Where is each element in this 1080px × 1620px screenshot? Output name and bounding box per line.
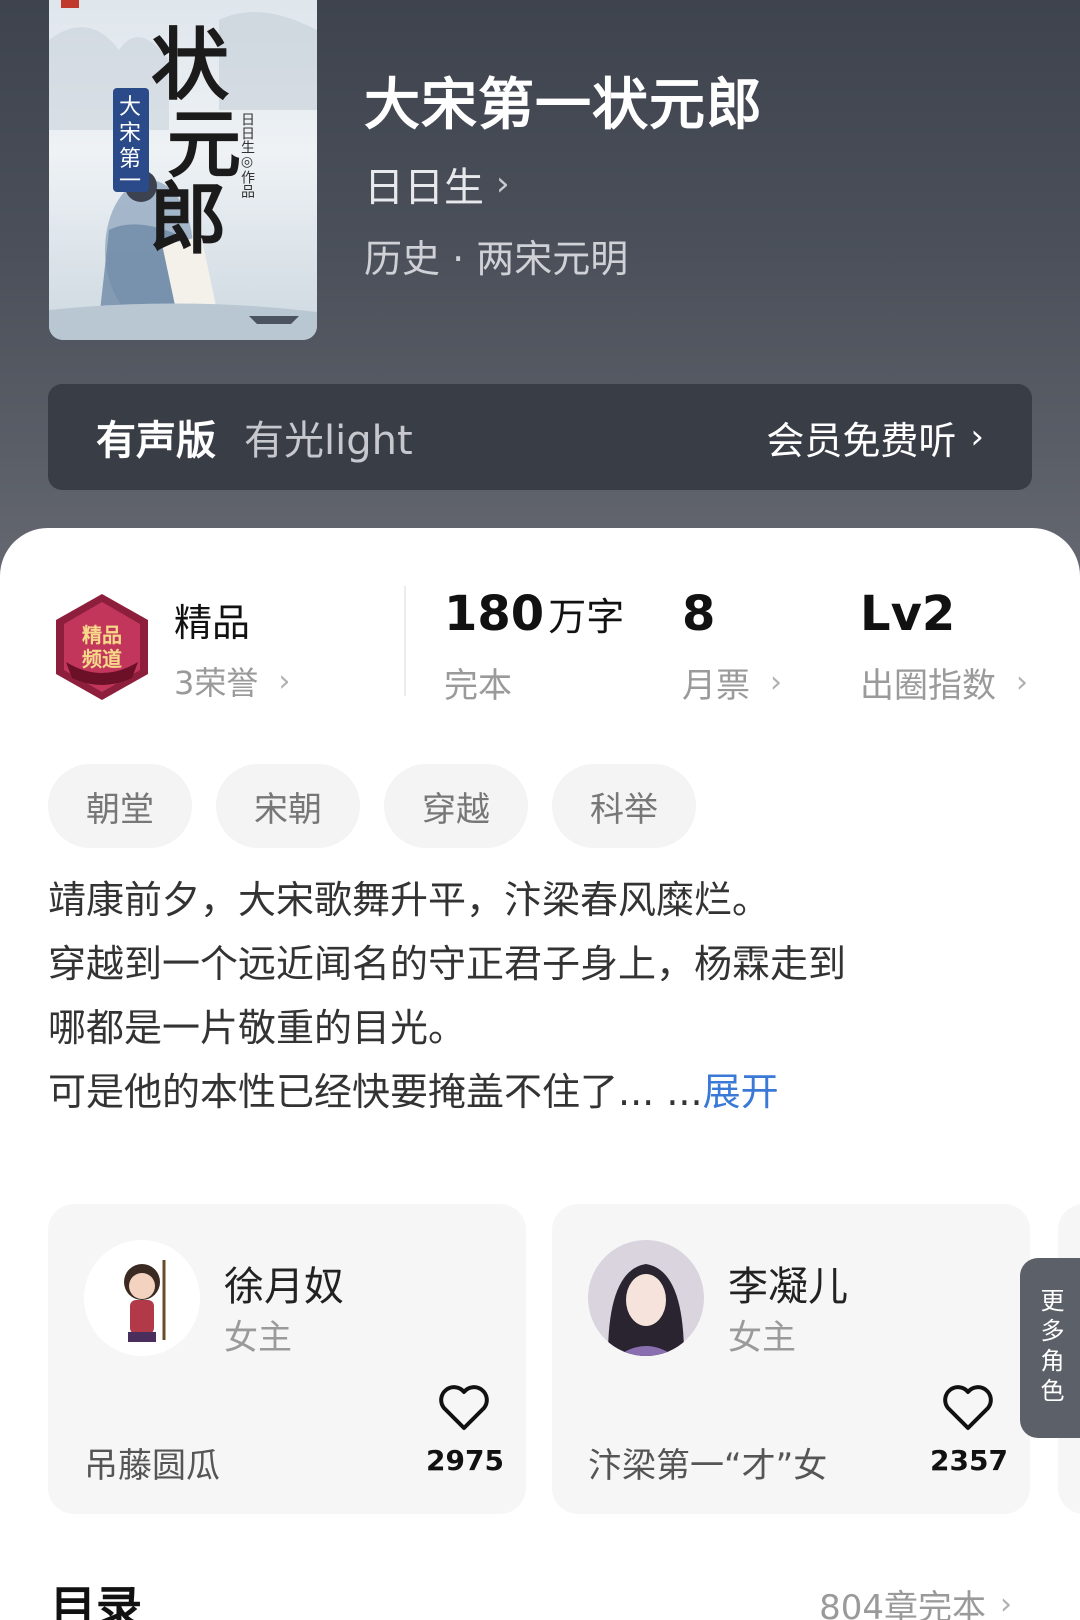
cover-art: 状 元 郎 大 宋 第 一 日日生◎作品 — [49, 0, 317, 340]
popularity-level: Lv2 — [860, 586, 956, 642]
audiobook-bar[interactable]: 有声版 有光light 会员免费听 › — [48, 384, 1032, 490]
word-count-value: 180 — [444, 586, 545, 642]
heart-outline-icon[interactable] — [942, 1384, 994, 1432]
svg-text:精品: 精品 — [82, 623, 122, 647]
book-title: 大宋第一状元郎 — [364, 72, 763, 138]
character-avatar — [588, 1240, 704, 1356]
svg-text:一: 一 — [119, 169, 141, 194]
popularity-index-label: 出圈指数 — [860, 666, 996, 706]
cover-title-char: 状 — [151, 20, 230, 111]
character-name: 徐月奴 — [224, 1264, 344, 1310]
tag-chip[interactable]: 科举 — [552, 764, 696, 848]
synopsis-line: 哪都是一片敬重的目光。 — [48, 1006, 467, 1050]
monthly-ticket-count: 8 — [682, 586, 716, 642]
audiobook-provider: 有光light — [244, 418, 413, 464]
monthly-ticket-label: 月票 — [682, 666, 750, 706]
listen-free-button[interactable]: 会员免费听 › — [766, 410, 984, 465]
tag-list: 朝堂 宋朝 穿越 科举 — [48, 764, 696, 848]
chevron-right-icon: › — [770, 665, 782, 700]
synopsis-line: 靖康前夕，大宋歌舞升平，汴梁春风糜烂。 — [48, 878, 771, 922]
chevron-right-icon: › — [496, 164, 510, 204]
svg-text:日日生◎作品: 日日生◎作品 — [239, 112, 255, 198]
toc-title: 目录 — [50, 1581, 142, 1620]
synopsis-line-last: 可是他的本性已经快要掩盖不住了... ...展开 — [48, 1060, 1008, 1124]
audiobook-label: 有声版 — [96, 418, 216, 464]
chevron-right-icon: › — [278, 663, 291, 699]
stats-divider — [404, 586, 406, 696]
character-card[interactable]: 徐月奴 女主 吊藤圆瓜 2975 — [48, 1204, 526, 1514]
toc-link[interactable]: 804章完本 › — [819, 1580, 1012, 1620]
tag-chip[interactable]: 穿越 — [384, 764, 528, 848]
chevron-right-icon: › — [1016, 665, 1028, 700]
monthly-ticket-link[interactable]: 月票 › — [682, 658, 782, 707]
character-role: 女主 — [224, 1318, 292, 1358]
svg-text:频道: 频道 — [82, 647, 122, 671]
cover-title-char: 郎 — [149, 174, 227, 265]
character-name: 李凝儿 — [728, 1264, 848, 1310]
expand-synopsis-link[interactable]: 展开 — [703, 1070, 779, 1114]
synopsis-line: 可是他的本性已经快要掩盖不住了... ... — [48, 1070, 703, 1114]
listen-free-label: 会员免费听 — [766, 418, 957, 463]
synopsis-line: 穿越到一个远近闻名的守正君子身上，杨霖走到 — [48, 942, 847, 986]
more-characters-button[interactable]: 更多角色 — [1020, 1258, 1080, 1438]
honor-link[interactable]: 3荣誉 › — [174, 658, 290, 704]
tag-chip[interactable]: 宋朝 — [216, 764, 360, 848]
word-count: 180 万字 — [444, 586, 624, 642]
character-card[interactable]: 李凝儿 女主 汴梁第一“才”女 2357 — [552, 1204, 1030, 1514]
character-nickname: 汴梁第一“才”女 — [588, 1446, 828, 1486]
svg-text:大: 大 — [119, 95, 141, 120]
character-nickname: 吊藤圆瓜 — [84, 1446, 220, 1486]
chevron-right-icon: › — [1000, 1587, 1012, 1620]
premium-channel-badge-icon[interactable]: 精品 频道 — [52, 592, 152, 702]
synopsis: 靖康前夕，大宋歌舞升平，汴梁春风糜烂。 穿越到一个远近闻名的守正君子身上，杨霖走… — [48, 868, 1008, 1124]
character-like-count: 2975 — [426, 1444, 504, 1477]
character-avatar — [84, 1240, 200, 1356]
book-genre: 历史 · 两宋元明 — [364, 237, 629, 281]
chevron-right-icon: › — [970, 417, 984, 457]
popularity-index-link[interactable]: 出圈指数 › — [860, 658, 1028, 707]
character-role: 女主 — [728, 1318, 796, 1358]
author-link[interactable]: 日日生 › — [364, 155, 510, 213]
author-name: 日日生 — [364, 165, 484, 211]
tag-chip[interactable]: 朝堂 — [48, 764, 192, 848]
word-count-unit: 万字 — [548, 595, 625, 639]
book-detail-sheet: 精品 频道 精品 3荣誉 › 180 万字 完本 8 月票 › Lv2 出圈指数 … — [0, 528, 1080, 1620]
book-cover[interactable]: 状 元 郎 大 宋 第 一 日日生◎作品 — [49, 0, 317, 340]
heart-outline-icon[interactable] — [438, 1384, 490, 1432]
character-like-count: 2357 — [930, 1444, 1008, 1477]
svg-text:宋: 宋 — [119, 121, 141, 146]
chapter-count: 804章完本 — [819, 1588, 986, 1620]
completion-status: 完本 — [444, 666, 512, 706]
book-header: 状 元 郎 大 宋 第 一 日日生◎作品 大宋第一状元郎 日日生 › 历史 · … — [0, 0, 1080, 600]
honor-title: 精品 — [174, 601, 251, 645]
honor-count: 3荣誉 — [174, 664, 259, 702]
